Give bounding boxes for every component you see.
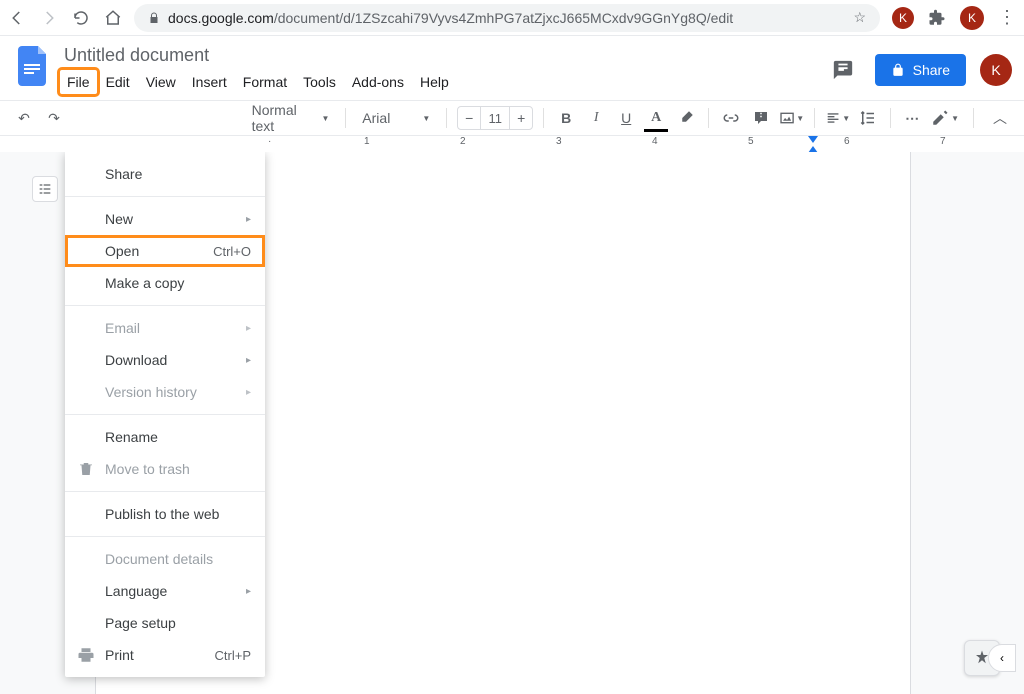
- print-icon: [77, 646, 95, 664]
- menu-help[interactable]: Help: [413, 70, 456, 94]
- profile-avatar-browser[interactable]: K: [960, 6, 984, 30]
- menu-item-rename[interactable]: Rename: [65, 421, 265, 453]
- bold-button[interactable]: B: [554, 106, 578, 130]
- underline-button[interactable]: U: [614, 106, 638, 130]
- text-color-button[interactable]: A: [644, 106, 668, 130]
- show-outline-button[interactable]: [32, 176, 58, 202]
- extensions-icon[interactable]: [928, 9, 946, 27]
- editing-mode-button[interactable]: ▼: [931, 106, 959, 130]
- menu-item-version-history[interactable]: Version history▸: [65, 376, 265, 408]
- forward-icon[interactable]: [40, 9, 58, 27]
- menu-tools[interactable]: Tools: [296, 70, 343, 94]
- hide-side-panel-button[interactable]: ‹: [988, 644, 1016, 672]
- italic-button[interactable]: I: [584, 106, 608, 130]
- profile-avatar-docs[interactable]: K: [980, 54, 1012, 86]
- redo-button[interactable]: ↷: [42, 106, 66, 130]
- menu-item-new[interactable]: New▸: [65, 203, 265, 235]
- font-size-decrease[interactable]: −: [458, 110, 480, 126]
- browser-nav: [8, 9, 122, 27]
- menu-item-move-to-trash[interactable]: Move to trash: [65, 453, 265, 485]
- menu-addons[interactable]: Add-ons: [345, 70, 411, 94]
- font-family-dropdown[interactable]: Arial▼: [356, 110, 436, 126]
- menu-format[interactable]: Format: [236, 70, 294, 94]
- url-text: docs.google.com/document/d/1ZSzcahi79Vyv…: [168, 10, 733, 26]
- font-size-increase[interactable]: +: [510, 110, 532, 126]
- undo-button[interactable]: ↶: [12, 106, 36, 130]
- highlight-button[interactable]: [674, 106, 698, 130]
- file-menu-dropdown: Share New▸ OpenCtrl+O Make a copy Email▸…: [65, 152, 265, 677]
- comments-button[interactable]: [825, 52, 861, 88]
- home-icon[interactable]: [104, 9, 122, 27]
- menu-item-email[interactable]: Email▸: [65, 312, 265, 344]
- insert-link-button[interactable]: [719, 106, 743, 130]
- address-bar[interactable]: docs.google.com/document/d/1ZSzcahi79Vyv…: [134, 4, 880, 32]
- horizontal-ruler[interactable]: · 1 2 3 4 5 6 7: [60, 136, 964, 152]
- menu-item-page-setup[interactable]: Page setup: [65, 607, 265, 639]
- collapse-toolbar-button[interactable]: ︿: [988, 106, 1012, 130]
- insert-comment-button[interactable]: [749, 106, 773, 130]
- menu-item-share[interactable]: Share: [65, 158, 265, 190]
- menu-insert[interactable]: Insert: [185, 70, 234, 94]
- menu-item-language[interactable]: Language▸: [65, 575, 265, 607]
- menu-file[interactable]: File: [60, 70, 97, 94]
- share-label: Share: [913, 62, 950, 78]
- docs-logo[interactable]: [16, 48, 52, 84]
- browser-right-icons: K K ⋮: [892, 6, 1016, 30]
- more-tools-button[interactable]: ⋯: [901, 106, 925, 130]
- menu-item-make-copy[interactable]: Make a copy: [65, 267, 265, 299]
- profile-badge-small[interactable]: K: [892, 7, 914, 29]
- line-spacing-button[interactable]: [856, 106, 880, 130]
- menu-edit[interactable]: Edit: [99, 70, 137, 94]
- menu-item-publish[interactable]: Publish to the web: [65, 498, 265, 530]
- paragraph-style-dropdown[interactable]: Normal text▼: [246, 102, 336, 134]
- kebab-menu-icon[interactable]: ⋮: [998, 7, 1016, 28]
- document-title[interactable]: Untitled document: [60, 42, 825, 68]
- star-icon[interactable]: ☆: [853, 9, 866, 26]
- font-size-value[interactable]: 11: [480, 107, 510, 129]
- align-button[interactable]: ▼: [825, 106, 850, 130]
- lock-icon: [891, 63, 905, 77]
- back-icon[interactable]: [8, 9, 26, 27]
- docs-header: Untitled document File Edit View Insert …: [0, 36, 1024, 94]
- menu-item-print[interactable]: PrintCtrl+P: [65, 639, 265, 671]
- menu-item-download[interactable]: Download▸: [65, 344, 265, 376]
- share-button[interactable]: Share: [875, 54, 966, 86]
- menu-item-doc-details[interactable]: Document details: [65, 543, 265, 575]
- toolbar: ↶ ↷ Normal text▼ Arial▼ − 11 + B I U A ▼…: [0, 100, 1024, 136]
- menu-item-open[interactable]: OpenCtrl+O: [65, 235, 265, 267]
- lock-icon: [148, 12, 160, 24]
- browser-chrome-bar: docs.google.com/document/d/1ZSzcahi79Vyv…: [0, 0, 1024, 36]
- document-canvas: Share New▸ OpenCtrl+O Make a copy Email▸…: [0, 152, 1024, 694]
- trash-icon: [77, 460, 95, 478]
- reload-icon[interactable]: [72, 9, 90, 27]
- font-size-control: − 11 +: [457, 106, 533, 130]
- menubar: File Edit View Insert Format Tools Add-o…: [60, 70, 825, 94]
- menu-view[interactable]: View: [139, 70, 183, 94]
- insert-image-button[interactable]: ▼: [779, 106, 804, 130]
